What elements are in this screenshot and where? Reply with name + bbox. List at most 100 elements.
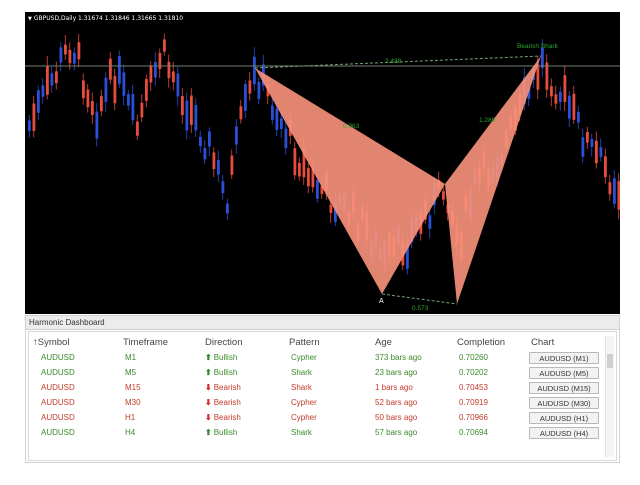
candle-body <box>167 61 171 79</box>
candle-body <box>613 178 616 204</box>
pattern-cell: Shark <box>291 428 312 437</box>
pattern-triangle-right <box>445 56 541 304</box>
symbol-cell: AUDUSD <box>41 368 75 377</box>
candle-body <box>77 42 81 60</box>
candle-body <box>608 182 612 195</box>
candle-body <box>563 75 567 102</box>
header-direction[interactable]: Direction <box>205 337 243 348</box>
open-chart-button[interactable]: AUDUSD (M30) <box>529 397 599 409</box>
candle-body <box>599 147 603 157</box>
candle-body <box>136 121 139 136</box>
dashboard-table: ↑Symbol Timeframe Direction Pattern Age … <box>28 331 617 461</box>
arrow-up-icon: ⬆ <box>205 353 212 362</box>
point-a-label: A <box>379 298 384 305</box>
candle-body <box>50 73 54 86</box>
candle-body <box>230 155 234 175</box>
symbol-cell: AUDUSD <box>41 398 75 407</box>
candle-body <box>122 72 126 96</box>
candle-body <box>190 95 193 125</box>
candle-body <box>581 137 585 157</box>
timeframe-cell: H1 <box>125 413 136 422</box>
open-chart-button[interactable]: AUDUSD (H1) <box>529 412 599 424</box>
candle-body <box>109 58 112 80</box>
candle-body <box>568 95 571 119</box>
header-completion[interactable]: Completion <box>457 337 505 348</box>
candle-body <box>307 168 310 187</box>
candle-body <box>140 102 144 118</box>
candle-body <box>253 56 256 85</box>
header-symbol[interactable]: ↑Symbol <box>33 337 69 348</box>
direction-label: Bearish <box>213 413 241 422</box>
candle-body <box>95 111 99 139</box>
candle-body <box>604 156 607 178</box>
header-chart[interactable]: Chart <box>531 337 554 348</box>
candle-body <box>185 100 189 131</box>
scroll-thumb[interactable] <box>607 354 613 368</box>
candle-body <box>172 71 175 83</box>
completion-cell: 0.70966 <box>459 413 488 422</box>
candle-body <box>113 76 117 104</box>
symbol-cell: AUDUSD <box>41 413 75 422</box>
candle-body <box>572 93 576 120</box>
candle-body <box>212 152 216 170</box>
dropdown-triangle-icon[interactable]: ▼ <box>28 16 32 22</box>
candle-body <box>194 105 198 131</box>
candle-body <box>550 86 553 97</box>
candle-body <box>127 94 130 106</box>
age-cell: 23 bars ago <box>375 368 418 377</box>
candle-body <box>545 62 549 90</box>
candle-body <box>617 181 620 210</box>
pattern-cell: Cypher <box>291 353 317 362</box>
age-cell: 1 bars ago <box>375 383 413 392</box>
open-chart-button[interactable]: AUDUSD (M5) <box>529 367 599 379</box>
scrollbar[interactable] <box>605 336 614 457</box>
arrow-down-icon: ⬇ <box>205 398 212 407</box>
candle-body <box>163 39 166 52</box>
candle-body <box>46 65 49 95</box>
price-chart[interactable]: Bearish Shark 2.438 0.963 1.289 0.573 A … <box>25 12 620 314</box>
timeframe-cell: M15 <box>125 383 141 392</box>
age-cell: 52 bars ago <box>375 398 418 407</box>
candle-body <box>55 71 58 84</box>
age-cell: 373 bars ago <box>375 353 422 362</box>
candle-body <box>154 62 157 78</box>
candle-body <box>86 89 90 108</box>
arrow-down-icon: ⬇ <box>205 413 212 422</box>
candle-body <box>442 191 445 200</box>
candle-body <box>104 77 108 102</box>
direction-cell: ⬆ Bullish <box>205 353 237 362</box>
chart-title-text: GBPUSD,Daily 1.31674 1.31846 1.31665 1.3… <box>33 15 184 22</box>
candlestick-chart: Bearish Shark 2.438 0.963 1.289 0.573 A <box>25 33 620 312</box>
candle-body <box>271 105 274 120</box>
candle-body <box>158 53 162 69</box>
candle-body <box>554 94 558 104</box>
candle-body <box>208 131 211 147</box>
direction-cell: ⬇ Bearish <box>205 383 241 392</box>
candle-body <box>577 111 580 123</box>
direction-label: Bearish <box>213 383 241 392</box>
pattern-triangle-left <box>255 68 445 294</box>
chart-title: ▼ GBPUSD,Daily 1.31674 1.31846 1.31665 1.… <box>28 15 183 22</box>
candle-body <box>176 73 180 97</box>
open-chart-button[interactable]: AUDUSD (M15) <box>529 382 599 394</box>
open-chart-button[interactable]: AUDUSD (M1) <box>529 352 599 364</box>
completion-cell: 0.70919 <box>459 398 488 407</box>
timeframe-cell: H4 <box>125 428 136 437</box>
age-cell: 50 bars ago <box>375 413 418 422</box>
direction-label: Bullish <box>213 428 238 437</box>
direction-label: Bullish <box>213 353 238 362</box>
candle-body <box>329 204 333 213</box>
header-timeframe[interactable]: Timeframe <box>123 337 168 348</box>
direction-cell: ⬆ Bullish <box>205 428 237 437</box>
candle-body <box>181 96 184 116</box>
symbol-cell: AUDUSD <box>41 353 75 362</box>
candle-body <box>28 120 31 131</box>
open-chart-button[interactable]: AUDUSD (H4) <box>529 427 599 439</box>
candle-body <box>595 140 598 164</box>
candle-body <box>91 101 94 116</box>
arrow-up-icon: ⬆ <box>205 368 212 377</box>
candle-body <box>298 162 301 177</box>
header-pattern[interactable]: Pattern <box>289 337 320 348</box>
header-age[interactable]: Age <box>375 337 392 348</box>
candle-body <box>235 126 238 145</box>
